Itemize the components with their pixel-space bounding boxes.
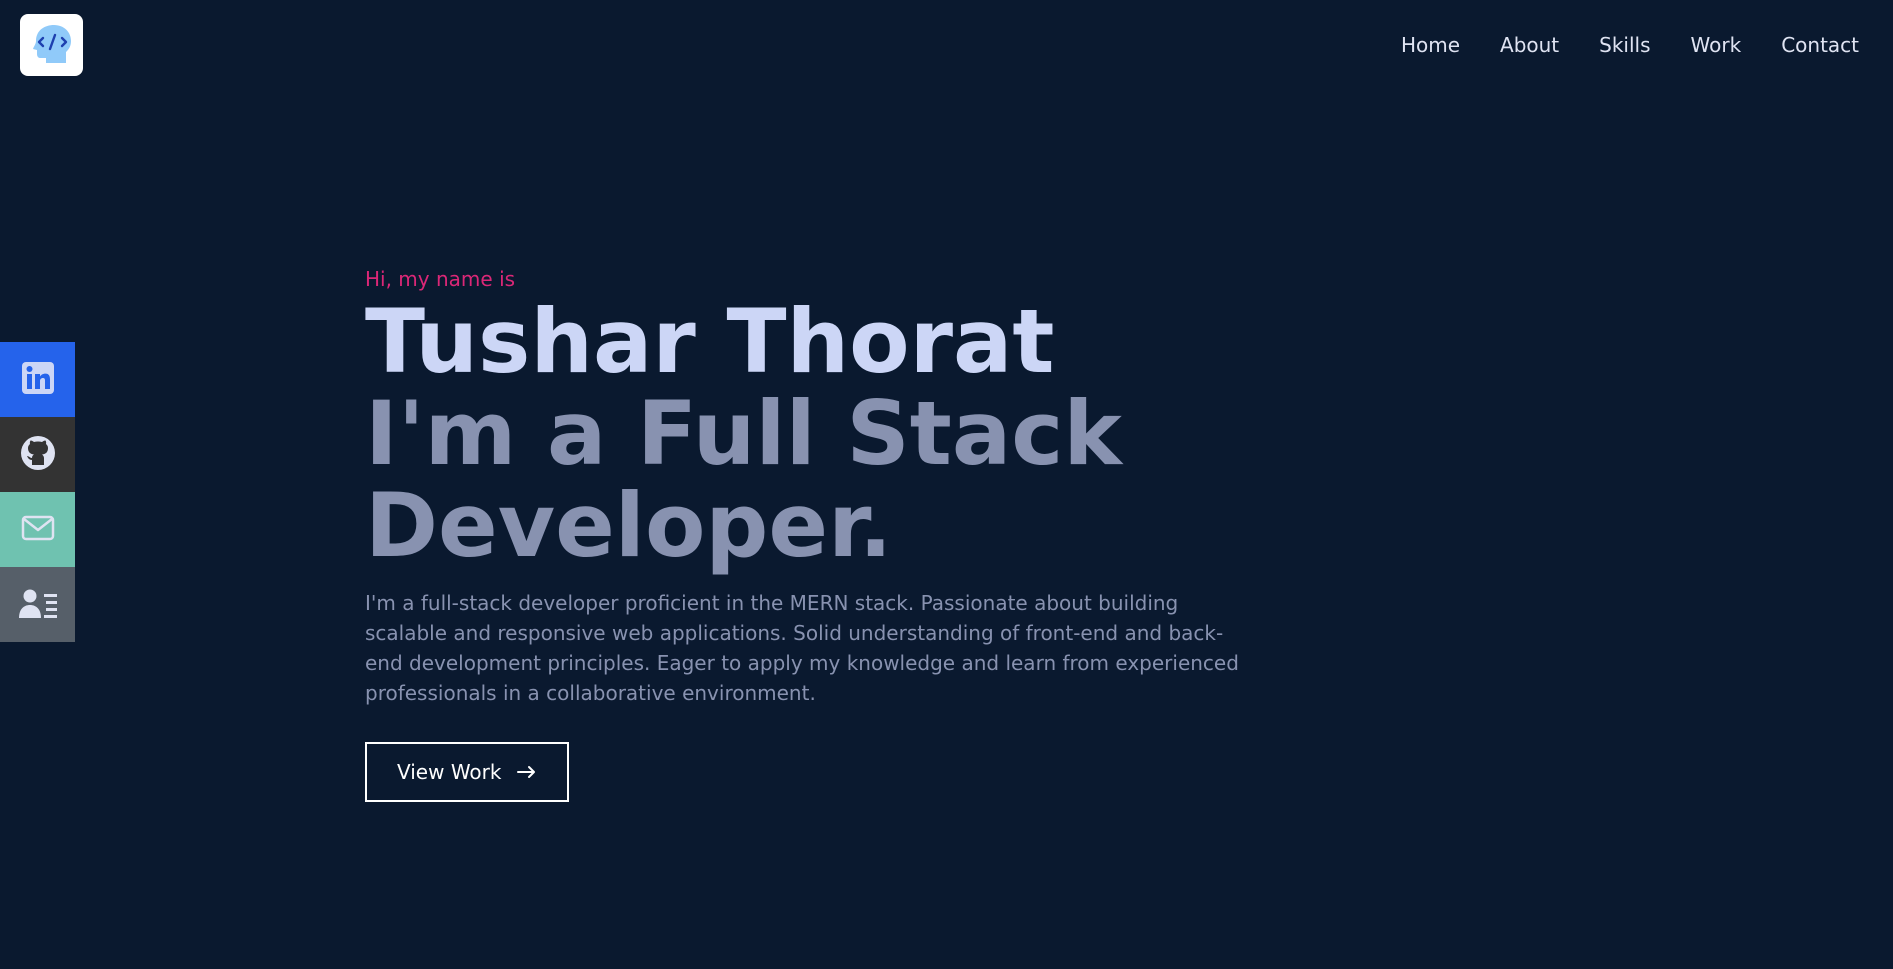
hero-description: I'm a full-stack developer proficient in… — [365, 591, 1239, 705]
arrow-right-icon — [517, 760, 537, 784]
resume-link[interactable] — [0, 567, 75, 642]
nav-about[interactable]: About — [1500, 30, 1559, 60]
hero-section: Hi, my name is Tushar Thorat I'm a Full … — [365, 262, 1665, 802]
mail-icon — [21, 514, 55, 546]
logo[interactable] — [20, 14, 83, 76]
github-icon — [20, 435, 56, 475]
linkedin-icon — [21, 361, 55, 399]
hero-name: Tushar Thorat — [365, 290, 1055, 393]
main-nav: Home About Skills Work Contact — [1401, 30, 1859, 60]
view-work-button[interactable]: View Work — [365, 742, 570, 802]
view-work-label: View Work — [397, 760, 502, 784]
nav-work[interactable]: Work — [1691, 30, 1742, 60]
hero-title: I'm a Full Stack Developer. — [365, 382, 1122, 577]
nav-skills[interactable]: Skills — [1599, 30, 1650, 60]
social-bar — [0, 342, 75, 642]
resume-icon — [18, 586, 58, 624]
page: Home About Skills Work Contact Hi, my na… — [0, 0, 1893, 969]
nav-home[interactable]: Home — [1401, 30, 1460, 60]
code-head-icon — [28, 21, 76, 69]
github-link[interactable] — [0, 417, 75, 492]
email-link[interactable] — [0, 492, 75, 567]
linkedin-link[interactable] — [0, 342, 75, 417]
nav-contact[interactable]: Contact — [1781, 30, 1859, 60]
